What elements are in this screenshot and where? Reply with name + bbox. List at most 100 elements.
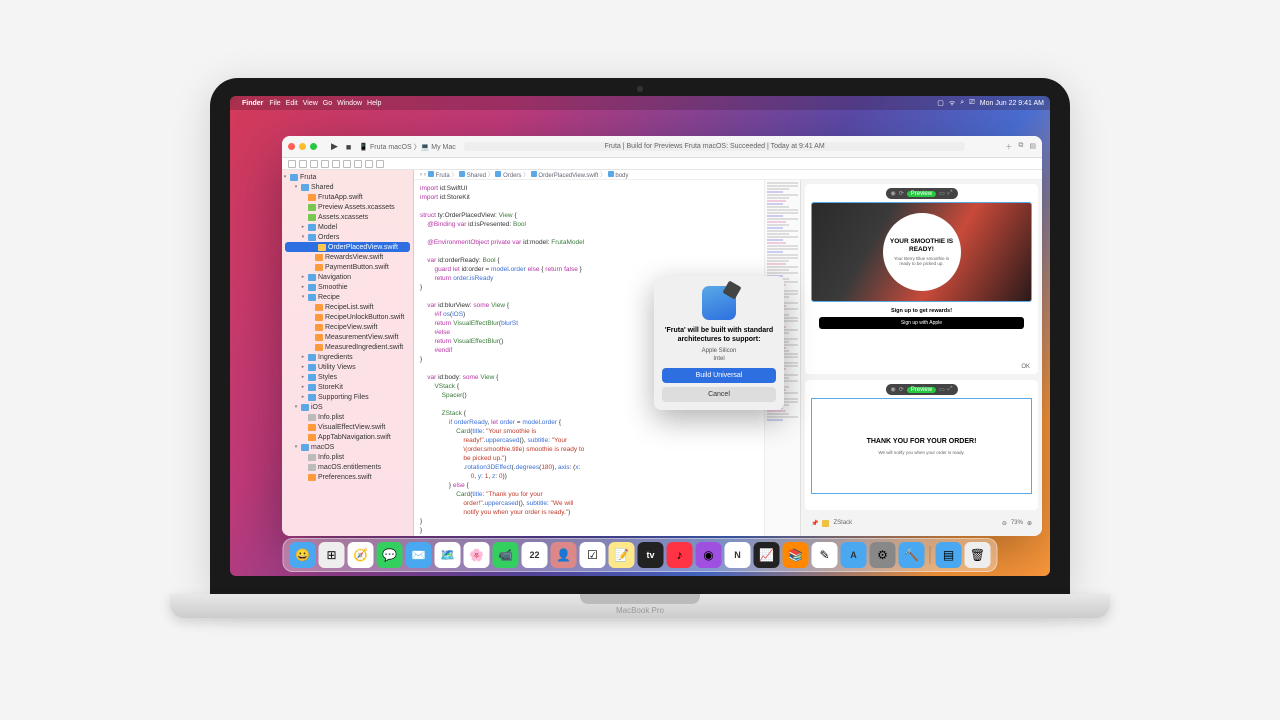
zoom-in-icon[interactable]: ⊕ — [1027, 520, 1032, 527]
breadcrumb[interactable]: ‹ › Fruta 〉 Shared 〉 Orders 〉 OrderPlace… — [414, 170, 1042, 180]
nav-item[interactable]: Info.plist — [282, 412, 413, 422]
nav-item[interactable]: Assets.xcassets — [282, 212, 413, 222]
close-icon[interactable] — [288, 143, 295, 150]
canvas-footer: 📌 ZStack ⊖ 73% ⊕ — [805, 516, 1038, 530]
nav-item[interactable]: ▸Navigation — [282, 272, 413, 282]
nav-item[interactable]: ▸Ingredients — [282, 352, 413, 362]
ok-button[interactable]: OK — [1021, 364, 1030, 370]
dock-messages[interactable]: 💬 — [377, 542, 403, 568]
cancel-button[interactable]: Cancel — [662, 387, 776, 402]
dialog-title: 'Fruta' will be built with standard arch… — [662, 326, 776, 344]
dock-podcasts[interactable]: ◉ — [696, 542, 722, 568]
nav-item[interactable]: RecipeList.swift — [282, 302, 413, 312]
navigator-tabs[interactable] — [282, 158, 1042, 170]
preview-1[interactable]: ◉⟳Preview▭⤢ YOUR SMOOTHIE IS READY! Your… — [805, 184, 1038, 374]
nav-item[interactable]: Preview Assets.xcassets — [282, 202, 413, 212]
run-button[interactable]: ▶ — [331, 141, 338, 152]
menu-window[interactable]: Window — [337, 100, 362, 107]
zoom-icon[interactable] — [310, 143, 317, 150]
dock-notes[interactable]: 📝 — [609, 542, 635, 568]
nav-item[interactable]: FrutaApp.swift — [282, 192, 413, 202]
menu-go[interactable]: Go — [323, 100, 332, 107]
nav-item[interactable]: ▾macOS — [282, 442, 413, 452]
dock-finder[interactable]: 😀 — [290, 542, 316, 568]
signup-button[interactable]: Sign up with Apple — [819, 317, 1024, 329]
dock-settings[interactable]: ⚙ — [870, 542, 896, 568]
nav-item[interactable]: macOS.entitlements — [282, 462, 413, 472]
nav-item[interactable]: OrderPlacedView.swift — [285, 242, 410, 252]
dock-safari[interactable]: 🧭 — [348, 542, 374, 568]
nav-item[interactable]: MeasuredIngredient.swift — [282, 342, 413, 352]
nav-item[interactable]: RecipeView.swift — [282, 322, 413, 332]
dock[interactable]: 😀⊞🧭💬✉️🗺️🌸📹22👤☑📝tv♪◉N📈📚✎A⚙🔨 ▤🗑 — [283, 538, 998, 572]
dock-music[interactable]: ♪ — [667, 542, 693, 568]
project-root[interactable]: Fruta — [300, 174, 316, 181]
nav-item[interactable]: RewardsView.swift — [282, 252, 413, 262]
nav-item[interactable]: ▸Utility Views — [282, 362, 413, 372]
menubar-datetime[interactable]: Mon Jun 22 9:41 AM — [980, 100, 1044, 107]
dock-swift-pg[interactable]: ✎ — [812, 542, 838, 568]
dock-files[interactable]: ▤ — [936, 542, 962, 568]
dock-xcode[interactable]: 🔨 — [899, 542, 925, 568]
forward-icon[interactable]: › — [424, 172, 426, 178]
menu-help[interactable]: Help — [367, 100, 381, 107]
dock-contacts[interactable]: 👤 — [551, 542, 577, 568]
project-navigator[interactable]: ▾Fruta ▾SharedFrutaApp.swiftPreview Asse… — [282, 170, 414, 536]
control-center-icon[interactable]: ⎚ — [969, 99, 975, 107]
nav-item[interactable]: ▸Model — [282, 222, 413, 232]
titlebar: ▶ ■ 📱 Fruta macOS 〉💻 My Mac Fruta | Buil… — [282, 136, 1042, 158]
nav-item[interactable]: ▸Styles — [282, 372, 413, 382]
build-universal-button[interactable]: Build Universal — [662, 368, 776, 383]
pin-icon[interactable]: 📌 — [811, 520, 818, 527]
menu-edit[interactable]: Edit — [286, 100, 298, 107]
menu-file[interactable]: File — [269, 100, 280, 107]
nav-item[interactable]: ▾Recipe — [282, 292, 413, 302]
nav-item[interactable]: AppTabNavigation.swift — [282, 432, 413, 442]
nav-item[interactable]: ▸Supporting Files — [282, 392, 413, 402]
dock-mail[interactable]: ✉️ — [406, 542, 432, 568]
nav-item[interactable]: ▸StoreKit — [282, 382, 413, 392]
stop-button[interactable]: ■ — [346, 142, 351, 152]
menubar-app[interactable]: Finder — [242, 100, 263, 107]
nav-item[interactable]: Info.plist — [282, 452, 413, 462]
dock-photos[interactable]: 🌸 — [464, 542, 490, 568]
nav-item[interactable]: ▾iOS — [282, 402, 413, 412]
dock-facetime[interactable]: 📹 — [493, 542, 519, 568]
dock-books[interactable]: 📚 — [783, 542, 809, 568]
nav-item[interactable]: ▾Shared — [282, 182, 413, 192]
nav-item[interactable]: RecipeUnlockButton.swift — [282, 312, 413, 322]
dock-reminders[interactable]: ☑ — [580, 542, 606, 568]
menubar: Finder FileEditViewGoWindowHelp ▢ ᯤ ⌕ ⎚ … — [230, 96, 1050, 110]
zoom-level[interactable]: 73% — [1011, 520, 1023, 526]
search-icon[interactable]: ⌕ — [960, 99, 964, 107]
pin-icon: ◉ — [890, 190, 895, 197]
battery-icon[interactable]: ▢ — [937, 99, 944, 107]
preview-2[interactable]: ◉⟳Preview▭⤢ THANK YOU FOR YOUR ORDER! We… — [805, 380, 1038, 510]
preview-title: YOUR SMOOTHIE IS READY! — [889, 238, 955, 254]
menu-view[interactable]: View — [303, 100, 318, 107]
nav-item[interactable]: Preferences.swift — [282, 472, 413, 482]
wifi-icon[interactable]: ᯤ — [949, 99, 955, 108]
dock-news[interactable]: N — [725, 542, 751, 568]
minimize-icon[interactable] — [299, 143, 306, 150]
dock-stocks[interactable]: 📈 — [754, 542, 780, 568]
dock-appstore[interactable]: A — [841, 542, 867, 568]
scheme-selector[interactable]: 📱 Fruta macOS 〉💻 My Mac — [359, 142, 455, 152]
nav-item[interactable]: ▾Orders — [282, 232, 413, 242]
dock-tv[interactable]: tv — [638, 542, 664, 568]
desktop: Finder FileEditViewGoWindowHelp ▢ ᯤ ⌕ ⎚ … — [230, 96, 1050, 576]
nav-item[interactable]: PaymentButton.swift — [282, 262, 413, 272]
zoom-out-icon[interactable]: ⊖ — [1002, 520, 1007, 527]
dock-launchpad[interactable]: ⊞ — [319, 542, 345, 568]
nav-item[interactable]: ▸Smoothie — [282, 282, 413, 292]
nav-item[interactable]: VisualEffectView.swift — [282, 422, 413, 432]
dock-calendar[interactable]: 22 — [522, 542, 548, 568]
dock-maps[interactable]: 🗺️ — [435, 542, 461, 568]
back-icon[interactable]: ‹ — [420, 172, 422, 178]
add-icon[interactable]: ＋ — [1005, 142, 1012, 152]
library-icon[interactable]: ⧉ — [1018, 142, 1023, 152]
nav-item[interactable]: MeasurementView.swift — [282, 332, 413, 342]
macbook-frame: Finder FileEditViewGoWindowHelp ▢ ᯤ ⌕ ⎚ … — [170, 78, 1110, 618]
dock-trash[interactable]: 🗑 — [965, 542, 991, 568]
inspectors-icon[interactable]: ▤ — [1029, 142, 1036, 152]
